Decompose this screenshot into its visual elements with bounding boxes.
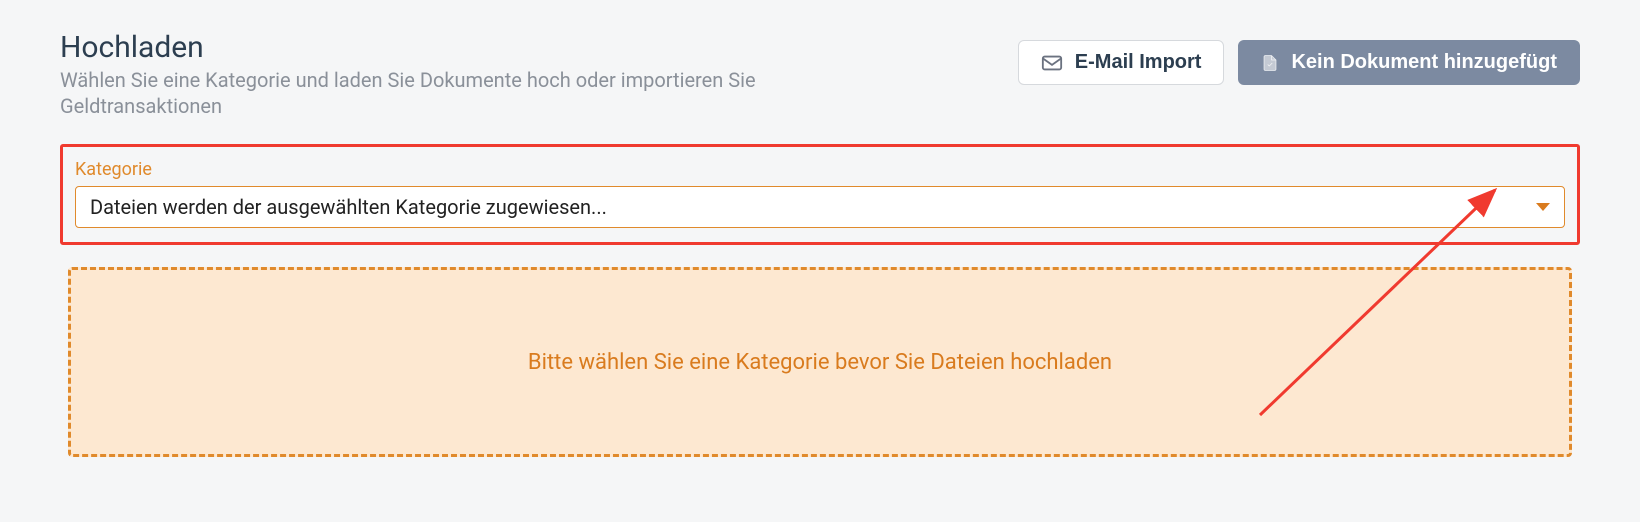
envelope-icon — [1041, 52, 1063, 74]
page-title: Hochladen — [60, 30, 998, 65]
email-import-button[interactable]: E-Mail Import — [1018, 40, 1225, 85]
header-text: Hochladen Wählen Sie eine Kategorie und … — [60, 30, 1018, 119]
dropzone-message: Bitte wählen Sie eine Kategorie bevor Si… — [528, 350, 1112, 375]
category-section-highlight: Kategorie Dateien werden der ausgewählte… — [60, 144, 1580, 245]
document-check-icon — [1261, 52, 1279, 74]
no-document-label: Kein Dokument hinzugefügt — [1291, 51, 1557, 74]
page-subtitle: Wählen Sie eine Kategorie und laden Sie … — [60, 67, 860, 119]
no-document-button: Kein Dokument hinzugefügt — [1238, 40, 1580, 85]
category-label: Kategorie — [75, 159, 1565, 180]
header-buttons: E-Mail Import Kein Dokument hinzugefügt — [1018, 30, 1580, 85]
category-select[interactable]: Dateien werden der ausgewählten Kategori… — [75, 186, 1565, 228]
email-import-label: E-Mail Import — [1075, 51, 1202, 74]
file-dropzone[interactable]: Bitte wählen Sie eine Kategorie bevor Si… — [68, 267, 1572, 457]
caret-down-icon — [1536, 203, 1550, 211]
category-placeholder: Dateien werden der ausgewählten Kategori… — [90, 195, 607, 219]
header-row: Hochladen Wählen Sie eine Kategorie und … — [60, 30, 1580, 119]
